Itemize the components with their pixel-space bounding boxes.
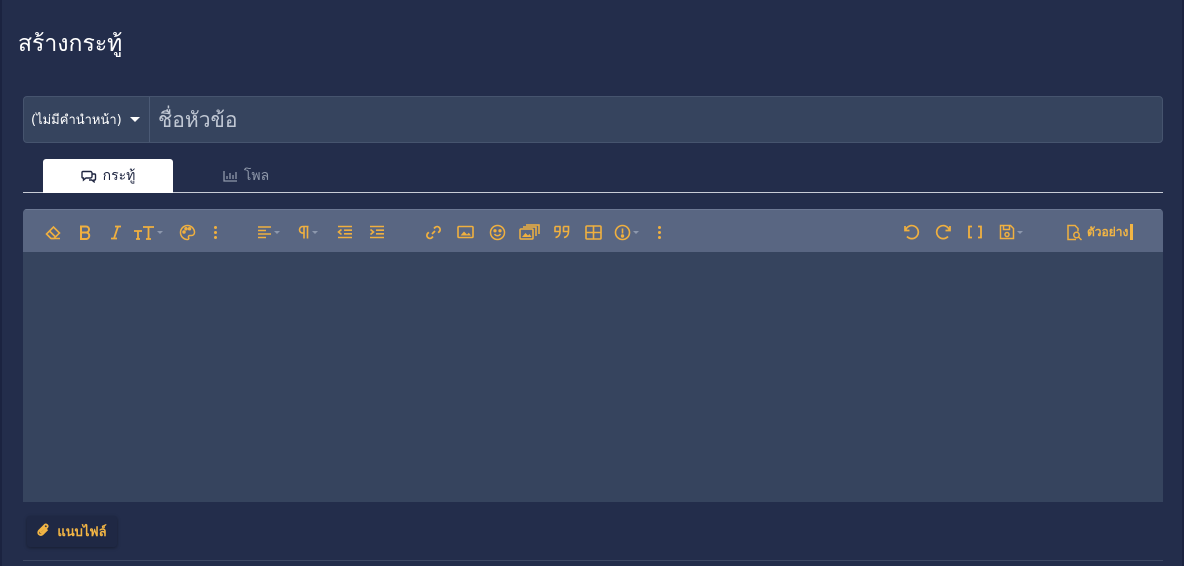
alert-icon[interactable] — [611, 222, 641, 242]
redo-icon[interactable] — [933, 222, 953, 242]
bold-icon[interactable] — [75, 222, 95, 242]
chevron-down-icon — [312, 230, 318, 234]
text-size-icon[interactable] — [131, 222, 165, 242]
indent-icon[interactable] — [367, 222, 387, 242]
preview-button[interactable]: ตัวอย่าง — [1066, 222, 1142, 242]
align-icon[interactable] — [253, 222, 283, 242]
thread-title-input[interactable] — [150, 97, 1162, 142]
preview-marker — [1130, 224, 1134, 240]
paperclip-icon — [37, 522, 51, 542]
more-icon[interactable] — [209, 222, 221, 242]
preview-icon — [1066, 224, 1083, 241]
palette-icon[interactable] — [177, 222, 197, 242]
editor-toolbar: ตัวอย่าง — [23, 209, 1163, 252]
editor-tabs: กระทู้ โพล — [23, 158, 1163, 193]
code-brackets-icon[interactable] — [965, 222, 985, 242]
link-icon[interactable] — [423, 222, 443, 242]
preview-label: ตัวอย่าง — [1087, 224, 1129, 239]
save-draft-icon[interactable] — [995, 222, 1027, 242]
tab-thread-label: กระทู้ — [102, 168, 136, 184]
chevron-down-icon — [1017, 230, 1023, 234]
chevron-down-icon — [130, 117, 140, 122]
emoji-icon[interactable] — [487, 222, 507, 242]
image-icon[interactable] — [455, 222, 475, 242]
page-title: สร้างกระทู้ — [18, 31, 123, 57]
attach-files-button[interactable]: แนบไฟล์ — [27, 516, 117, 547]
outdent-icon[interactable] — [335, 222, 355, 242]
tab-thread[interactable]: กระทู้ — [43, 159, 173, 193]
prefix-select[interactable]: (ไม่มีคำนำหน้า) — [24, 97, 150, 142]
table-icon[interactable] — [583, 222, 603, 242]
attach-files-label: แนบไฟล์ — [57, 525, 107, 540]
divider — [23, 560, 1163, 561]
rich-text-editor: ตัวอย่าง — [23, 209, 1163, 502]
title-row: (ไม่มีคำนำหน้า) — [23, 96, 1163, 143]
tab-poll-label: โพล — [243, 168, 270, 184]
chart-bar-icon — [223, 170, 238, 182]
undo-icon[interactable] — [901, 222, 921, 242]
eraser-icon[interactable] — [43, 222, 63, 242]
tab-poll[interactable]: โพล — [201, 159, 291, 193]
chevron-down-icon — [273, 230, 280, 234]
italic-icon[interactable] — [107, 222, 125, 242]
quote-icon[interactable] — [551, 222, 573, 242]
comments-icon — [80, 169, 97, 183]
paragraph-icon[interactable] — [293, 222, 323, 242]
media-icon[interactable] — [518, 222, 540, 242]
prefix-select-value: (ไม่มีคำนำหน้า) — [31, 113, 122, 128]
more-icon[interactable] — [653, 222, 665, 242]
chevron-down-icon — [157, 230, 163, 234]
editor-content-area[interactable] — [23, 252, 1163, 502]
chevron-down-icon — [632, 230, 639, 234]
